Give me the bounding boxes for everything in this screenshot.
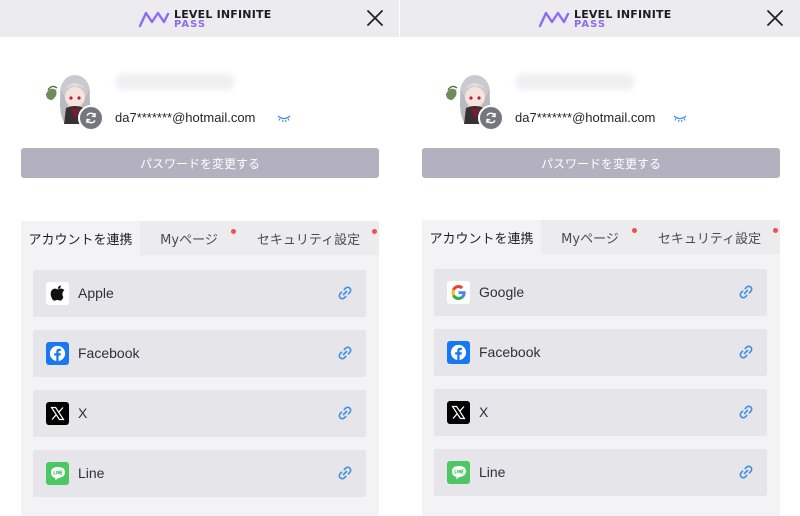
- link-icon[interactable]: [738, 284, 754, 300]
- email-address: da7*******@hotmail.com: [515, 110, 656, 125]
- linked-accounts-card: アカウントを連携 Myページ セキュリティ設定 Apple Facebook X…: [21, 221, 379, 516]
- notification-dot: [372, 229, 377, 234]
- header-bar: LEVEL INFINITE PASS: [400, 0, 800, 37]
- link-icon[interactable]: [738, 344, 754, 360]
- link-icon[interactable]: [738, 404, 754, 420]
- apple-icon: [46, 282, 69, 305]
- change-password-button[interactable]: パスワードを変更する: [422, 148, 780, 178]
- refresh-icon: [486, 112, 496, 124]
- logo-subtitle: PASS: [574, 18, 607, 30]
- link-icon[interactable]: [337, 345, 353, 361]
- account-label: Line: [78, 465, 105, 481]
- line-icon: [46, 462, 69, 485]
- switch-avatar-button[interactable]: [478, 105, 504, 131]
- level-infinite-pass-logo: LEVEL INFINITE PASS: [138, 8, 271, 30]
- link-line-row[interactable]: Line: [434, 449, 767, 496]
- avatar: [444, 68, 504, 132]
- link-line-row[interactable]: Line: [33, 450, 366, 497]
- linked-accounts-card: アカウントを連携 Myページ セキュリティ設定 Google Facebook …: [422, 220, 780, 516]
- logo-mark-icon: [538, 11, 570, 28]
- account-label: X: [479, 404, 489, 420]
- tab-label: セキュリティ設定: [256, 232, 361, 248]
- account-label: Facebook: [479, 344, 541, 360]
- close-icon[interactable]: [366, 9, 384, 27]
- link-google-row[interactable]: Google: [434, 269, 767, 316]
- account-label: Facebook: [78, 345, 140, 361]
- link-apple-row[interactable]: Apple: [33, 270, 366, 317]
- refresh-icon: [86, 112, 96, 124]
- close-icon[interactable]: [766, 9, 784, 27]
- username-hidden: [115, 74, 235, 90]
- account-label: Line: [479, 464, 506, 480]
- notification-dot: [632, 228, 637, 233]
- logo-title: LEVEL INFINITE: [574, 7, 672, 21]
- facebook-icon: [46, 342, 69, 365]
- account-panel-right: LEVEL INFINITE PASS da7*******@hotmail.c…: [400, 0, 800, 516]
- email-address: da7*******@hotmail.com: [115, 110, 256, 125]
- eye-closed-icon[interactable]: [673, 113, 687, 123]
- link-icon[interactable]: [337, 285, 353, 301]
- tab-link-accounts[interactable]: アカウントを連携: [422, 220, 541, 254]
- notification-dot: [231, 229, 236, 234]
- tab-my-page[interactable]: Myページ: [140, 221, 238, 255]
- link-x-row[interactable]: X: [33, 390, 366, 437]
- account-panel-left: LEVEL INFINITE PASS da7*******@hotmail.c…: [0, 0, 400, 516]
- link-icon[interactable]: [337, 405, 353, 421]
- tab-link-accounts[interactable]: アカウントを連携: [21, 221, 140, 255]
- x-icon: [46, 402, 69, 425]
- account-label: Google: [479, 284, 525, 300]
- account-label: X: [78, 405, 88, 421]
- tab-label: セキュリティ設定: [657, 231, 762, 247]
- link-x-row[interactable]: X: [434, 389, 767, 436]
- switch-avatar-button[interactable]: [78, 105, 104, 131]
- tab-security-settings[interactable]: セキュリティ設定: [639, 220, 780, 254]
- link-icon[interactable]: [738, 464, 754, 480]
- tab-label: Myページ: [160, 232, 218, 248]
- logo-mark-icon: [138, 11, 170, 28]
- logo-subtitle: PASS: [174, 18, 207, 30]
- account-label: Apple: [78, 285, 114, 301]
- avatar: [44, 68, 104, 132]
- google-icon: [447, 281, 470, 304]
- tab-bar: アカウントを連携 Myページ セキュリティ設定: [422, 220, 780, 254]
- link-icon[interactable]: [337, 465, 353, 481]
- tab-label: アカウントを連携: [429, 231, 534, 247]
- header-bar: LEVEL INFINITE PASS: [0, 0, 400, 37]
- level-infinite-pass-logo: LEVEL INFINITE PASS: [538, 8, 671, 30]
- eye-closed-icon[interactable]: [277, 113, 291, 123]
- x-icon: [447, 401, 470, 424]
- tab-label: Myページ: [561, 231, 619, 247]
- username-hidden: [515, 74, 635, 90]
- tab-label: アカウントを連携: [28, 232, 133, 248]
- change-password-button[interactable]: パスワードを変更する: [21, 148, 379, 178]
- link-facebook-row[interactable]: Facebook: [434, 329, 767, 376]
- tab-bar: アカウントを連携 Myページ セキュリティ設定: [21, 221, 379, 255]
- tab-my-page[interactable]: Myページ: [541, 220, 639, 254]
- line-icon: [447, 461, 470, 484]
- tab-security-settings[interactable]: セキュリティ設定: [238, 221, 379, 255]
- link-facebook-row[interactable]: Facebook: [33, 330, 366, 377]
- notification-dot: [773, 228, 778, 233]
- facebook-icon: [447, 341, 470, 364]
- logo-title: LEVEL INFINITE: [174, 7, 272, 21]
